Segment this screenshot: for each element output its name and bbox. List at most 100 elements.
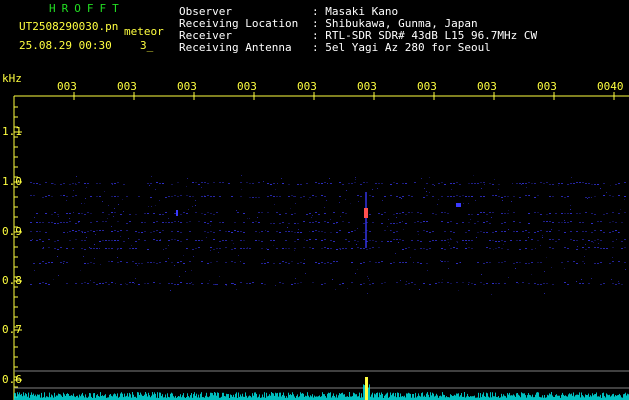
spectrum-bar xyxy=(330,392,331,400)
signal-dot xyxy=(342,221,344,222)
signal-dot xyxy=(456,248,458,249)
signal-dot xyxy=(474,284,476,285)
signal-dot xyxy=(603,248,605,249)
signal-dot xyxy=(42,261,44,262)
signal-dot xyxy=(36,183,38,184)
signal-dot xyxy=(621,248,623,249)
signal-dot xyxy=(501,262,503,263)
spectrum-bar xyxy=(79,394,80,400)
spectrum-bar xyxy=(582,395,583,400)
spectrum-bar xyxy=(195,395,196,400)
spectrum-bar xyxy=(252,393,253,400)
signal-dot xyxy=(258,197,260,198)
spectrum-bar xyxy=(419,395,420,400)
signal-dot xyxy=(495,241,497,242)
spectrum-bar xyxy=(130,394,131,400)
signal-dot xyxy=(84,183,86,184)
signal-dot xyxy=(537,231,539,232)
signal-dot xyxy=(294,241,296,242)
spectrum-bar xyxy=(233,394,234,400)
noise-dot xyxy=(185,271,186,272)
signal-dot xyxy=(273,223,275,224)
spectrum-bar xyxy=(397,392,398,400)
signal-dot xyxy=(279,282,281,283)
signal-dot xyxy=(549,196,551,197)
signal-dot xyxy=(465,240,467,241)
spectrum-bar xyxy=(619,393,620,400)
spectrum-bar xyxy=(21,393,22,400)
noise-dot xyxy=(610,185,611,186)
signal-dot xyxy=(600,248,602,249)
signal-dot xyxy=(105,248,107,249)
spectrum-bar xyxy=(230,394,231,400)
noise-dot xyxy=(367,276,368,277)
spectrum-bar xyxy=(97,394,98,400)
signal-dot xyxy=(201,283,203,284)
signal-dot xyxy=(60,184,62,185)
signal-dot xyxy=(615,184,617,185)
spectrum-bar xyxy=(248,396,249,400)
signal-dot xyxy=(135,231,137,232)
signal-dot xyxy=(546,214,548,215)
signal-dot xyxy=(591,213,593,214)
signal-dot xyxy=(213,232,215,233)
spectrum-bar xyxy=(403,396,404,400)
noise-dot xyxy=(410,257,411,258)
signal-dot xyxy=(114,183,116,184)
signal-dot xyxy=(219,196,221,197)
spectrum-bar xyxy=(49,392,50,400)
signal-dot xyxy=(171,283,173,284)
signal-dot xyxy=(180,214,182,215)
spectrum-bar xyxy=(498,396,499,400)
spectrum-bar xyxy=(387,392,388,400)
signal-dot xyxy=(288,196,290,197)
spectrum-bar xyxy=(328,392,329,400)
signal-dot xyxy=(399,213,401,214)
noise-dot xyxy=(99,248,100,249)
signal-dot xyxy=(510,240,512,241)
signal-dot xyxy=(435,214,437,215)
signal-dot xyxy=(324,221,326,222)
signal-dot xyxy=(615,284,617,285)
signal-dot xyxy=(186,195,188,196)
signal-dot xyxy=(300,197,302,198)
signal-dot xyxy=(201,196,203,197)
spectrum-bar xyxy=(100,392,101,400)
noise-dot xyxy=(591,278,592,279)
signal-dot xyxy=(450,196,452,197)
signal-dot xyxy=(357,195,359,196)
noise-dot xyxy=(53,183,54,184)
noise-dot xyxy=(457,242,458,243)
spectrum-bar xyxy=(390,392,391,400)
signal-dot xyxy=(603,283,605,284)
spectrum-bar xyxy=(289,394,290,400)
noise-dot xyxy=(419,289,420,290)
spectrum-bar xyxy=(457,393,458,400)
signal-dot xyxy=(447,282,449,283)
noise-dot xyxy=(82,232,83,233)
signal-dot xyxy=(339,230,341,231)
signal-dot xyxy=(219,241,221,242)
signal-dot xyxy=(117,221,119,222)
signal-dot xyxy=(48,222,50,223)
spectrum-bar xyxy=(292,392,293,400)
spectrum-bar xyxy=(58,393,59,400)
spectrum-bar xyxy=(510,395,511,400)
spectrum-bar xyxy=(98,396,99,400)
meteor-echo xyxy=(456,203,461,207)
signal-dot xyxy=(90,222,92,223)
spectrum-bar xyxy=(73,393,74,400)
signal-dot xyxy=(381,183,383,184)
signal-dot xyxy=(39,184,41,185)
noise-dot xyxy=(308,199,309,200)
spectrum-bar xyxy=(157,392,158,400)
signal-dot xyxy=(624,239,626,240)
noise-dot xyxy=(78,222,79,223)
signal-dot xyxy=(237,231,239,232)
spectrum-bar xyxy=(607,394,608,400)
signal-dot xyxy=(297,283,299,284)
signal-dot xyxy=(165,212,167,213)
noise-dot xyxy=(329,178,330,179)
signal-dot xyxy=(297,184,299,185)
spectrum-bar xyxy=(471,396,472,400)
